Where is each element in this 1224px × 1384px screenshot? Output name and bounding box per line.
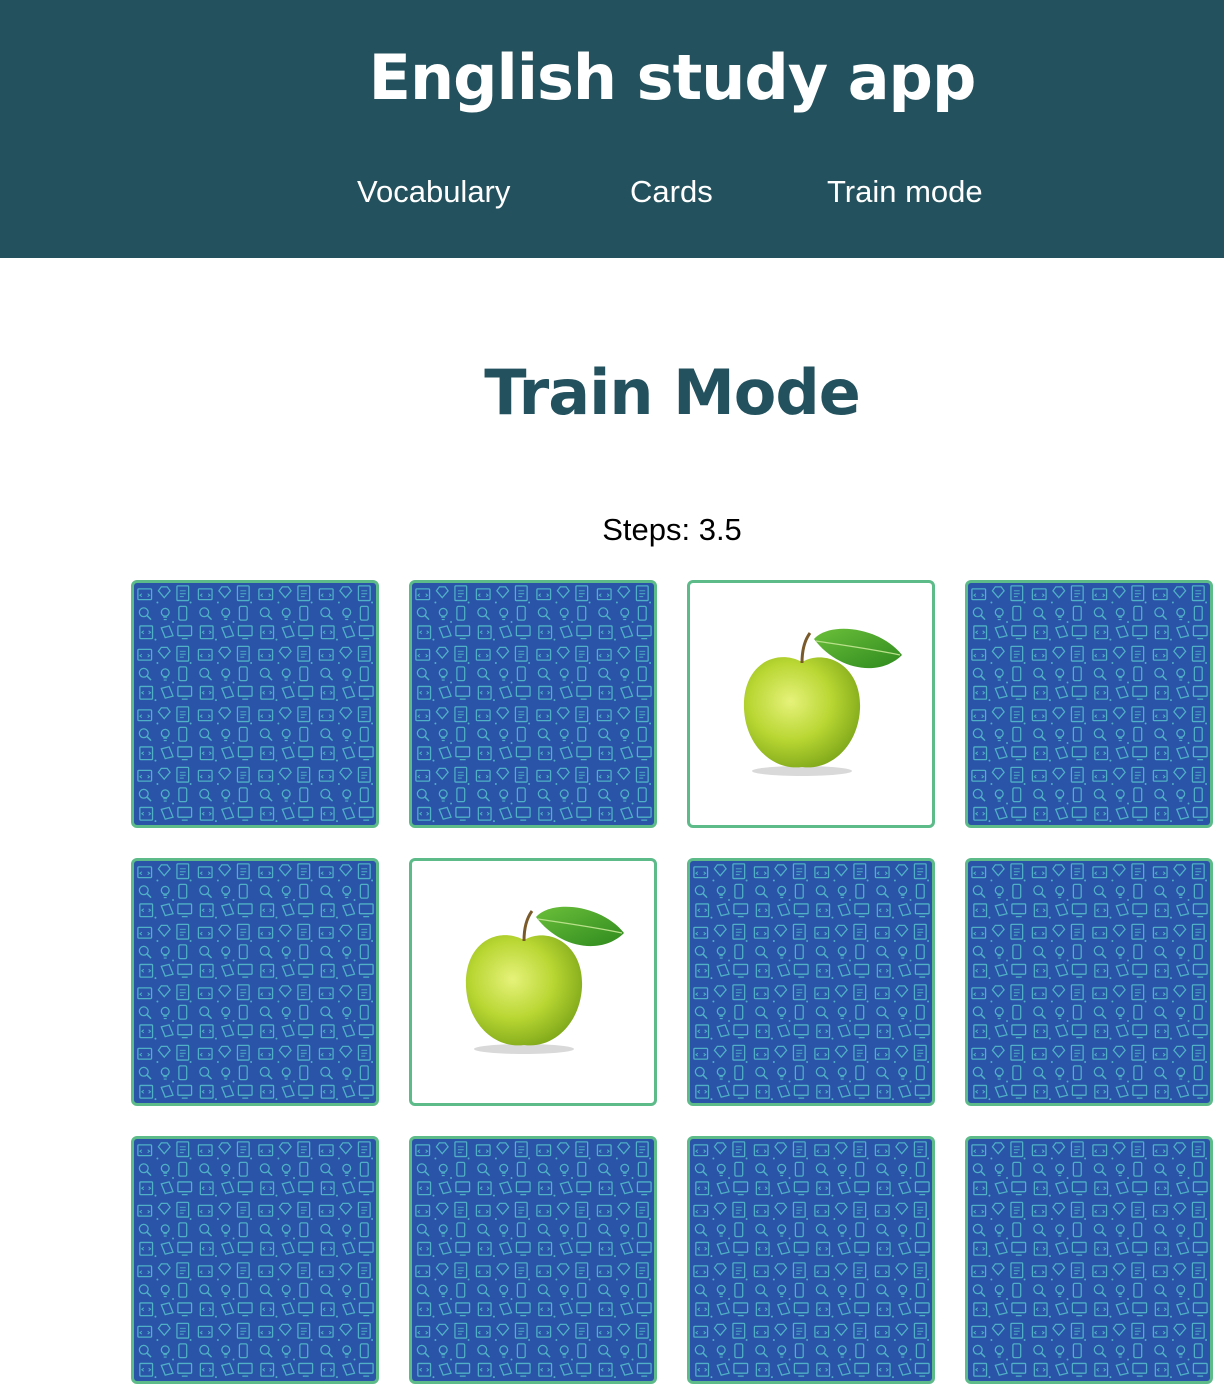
card-back-pattern — [134, 583, 376, 825]
card-back-pattern — [968, 861, 1210, 1103]
memory-card-face-down[interactable] — [965, 1136, 1213, 1384]
memory-card-face-down[interactable] — [409, 580, 657, 828]
card-back-pattern — [412, 1139, 654, 1381]
memory-card-face-down[interactable] — [131, 580, 379, 828]
memory-card-face-down[interactable] — [687, 1136, 935, 1384]
nav-link-cards[interactable]: Cards — [630, 168, 713, 216]
steps-counter: Steps: 3.5 — [0, 510, 1224, 550]
card-back-pattern — [968, 583, 1210, 825]
card-back-pattern — [690, 1139, 932, 1381]
steps-value: 3.5 — [698, 512, 742, 547]
card-back-pattern — [968, 1139, 1210, 1381]
memory-card-face-down[interactable] — [687, 858, 935, 1106]
apple-icon — [743, 628, 902, 776]
steps-label: Steps: — [602, 512, 691, 547]
nav-link-vocabulary[interactable]: Vocabulary — [357, 168, 510, 216]
app-header: English study app Vocabulary Cards Train… — [0, 0, 1224, 258]
apple-icon — [465, 906, 624, 1054]
memory-card-face-down[interactable] — [965, 580, 1213, 828]
card-back-pattern — [690, 861, 932, 1103]
memory-card-face-down[interactable] — [965, 858, 1213, 1106]
page-title: Train Mode — [484, 356, 861, 429]
nav-link-train-mode[interactable]: Train mode — [827, 168, 983, 216]
card-back-pattern — [412, 583, 654, 825]
memory-card-face-down[interactable] — [131, 858, 379, 1106]
main-nav: Vocabulary Cards Train mode — [0, 168, 1224, 216]
memory-card-face-down[interactable] — [131, 1136, 379, 1384]
card-back-pattern — [134, 1139, 376, 1381]
memory-card-face-up[interactable] — [687, 580, 935, 828]
memory-card-face-down[interactable] — [409, 1136, 657, 1384]
memory-card-face-up[interactable] — [409, 858, 657, 1106]
app-title: English study app — [368, 41, 977, 114]
card-back-pattern — [134, 861, 376, 1103]
